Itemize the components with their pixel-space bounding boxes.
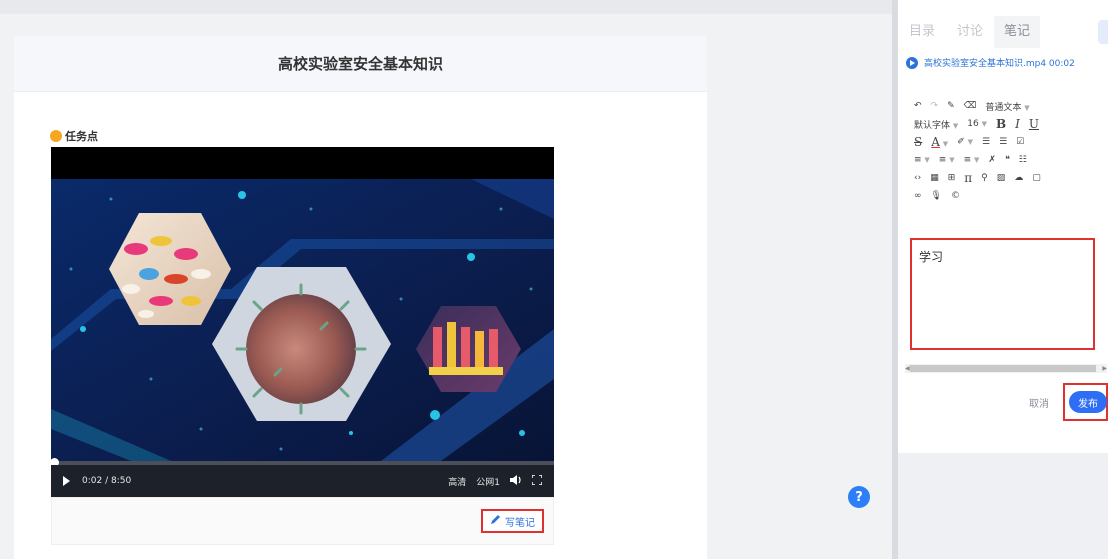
publish-highlight: 发布 (1063, 383, 1108, 421)
video-controls: 0:02 / 8:50 高清 公网1 (51, 465, 554, 497)
copyright-icon[interactable]: © (951, 191, 960, 201)
attachment-icon[interactable]: ▢ (1032, 173, 1041, 183)
play-icon[interactable] (63, 476, 70, 486)
tab-catalog[interactable]: 目录 (898, 16, 946, 48)
line-height-icon[interactable]: ≡ ▼ (939, 155, 955, 165)
undo-icon[interactable]: ↶ (914, 101, 922, 111)
cancel-button[interactable]: 取消 (1029, 395, 1049, 410)
chevron-down-icon: ▼ (981, 120, 987, 128)
tab-scroll-stub[interactable] (1098, 20, 1108, 44)
help-button[interactable]: ? (848, 486, 870, 508)
cloud-icon[interactable]: ☁ (1014, 173, 1023, 183)
code-icon[interactable]: ‹› (914, 173, 921, 183)
ordered-list-icon[interactable]: ☰ (982, 137, 990, 147)
video-player[interactable]: 0:02 / 8:50 高清 公网1 (51, 147, 554, 497)
quote-icon[interactable]: ❝ (1005, 155, 1010, 165)
quality-button[interactable]: 高清 (448, 475, 466, 488)
unlink-icon[interactable]: ∞ (914, 191, 922, 201)
line-button[interactable]: 公网1 (476, 475, 500, 488)
scroll-right-icon[interactable]: ▶ (1102, 364, 1107, 373)
editor-horizontal-scrollbar[interactable]: ◀ ▶ (905, 364, 1107, 373)
chevron-down-icon: ▼ (1024, 103, 1030, 112)
redo-icon[interactable]: ↷ (931, 101, 939, 111)
unordered-list-icon[interactable]: ☰ (999, 137, 1007, 147)
video-play-icon (906, 56, 918, 69)
note-editor[interactable]: 学习 (910, 238, 1095, 350)
video-note-bar: 写笔记 (51, 497, 554, 545)
font-family-select[interactable]: 默认字体 ▼ (914, 118, 958, 131)
editor-toolbar: ↶ ↷ ✎ ⌫ 普通文本 ▼ 默认字体 ▼ 16 ▼ B I U S A ▼ ✐… (914, 97, 1094, 205)
fullscreen-icon[interactable] (531, 473, 543, 488)
chevron-down-icon: ▼ (967, 138, 973, 146)
page-title-text: 高校实验室安全基本知识 (277, 55, 443, 73)
paragraph-style-value: 普通文本 (985, 102, 1022, 113)
write-note-label: 写笔记 (505, 517, 535, 529)
write-note-button[interactable]: 写笔记 (481, 509, 544, 533)
microphone-icon[interactable]: 🎙 (931, 191, 942, 201)
align-icon[interactable]: ≡ ▼ (914, 155, 930, 165)
top-strip (0, 0, 893, 14)
font-color-button[interactable]: A ▼ (931, 135, 948, 149)
underline-button[interactable]: U (1029, 117, 1039, 131)
chevron-down-icon: ▼ (949, 156, 955, 164)
paragraph-style-select[interactable]: 普通文本 ▼ (985, 100, 1029, 113)
image-icon[interactable]: ▨ (997, 173, 1006, 183)
highlighter-icon: ✐ (957, 137, 965, 147)
pencil-icon (490, 514, 501, 528)
task-point-icon (50, 130, 62, 142)
tab-discussion[interactable]: 讨论 (946, 16, 994, 48)
chevron-down-icon: ▼ (942, 140, 949, 148)
indent-icon[interactable]: ≡ ▼ (964, 155, 980, 165)
main-panel: 高校实验室安全基本知识 任务点 0:02 / 8:50 高清 公网1 写笔记 (14, 36, 707, 559)
table-icon[interactable]: ▦ (930, 173, 939, 183)
strikethrough-button[interactable]: S (914, 135, 922, 149)
page-title: 高校实验室安全基本知识 (14, 36, 707, 92)
format-painter-icon[interactable]: ✎ (947, 101, 955, 111)
layout-icon[interactable]: ⊞ (948, 173, 956, 183)
sidebar-tabs: 目录 讨论 笔记 (898, 16, 1108, 48)
font-size-value: 16 (967, 119, 979, 129)
italic-button[interactable]: I (1015, 117, 1020, 131)
font-size-select[interactable]: 16 ▼ (967, 119, 987, 129)
link-icon[interactable]: ⚲ (981, 173, 988, 183)
bold-button[interactable]: B (996, 117, 1006, 131)
video-frame[interactable] (51, 179, 554, 461)
sidebar-below-area (898, 453, 1108, 559)
clear-format-icon[interactable]: ✗ (988, 155, 996, 165)
tab-notes[interactable]: 笔记 (994, 16, 1040, 48)
font-color-glyph: A (931, 135, 940, 149)
note-source-link[interactable]: 高校实验室安全基本知识.mp4 00:02 (906, 56, 1075, 69)
chevron-down-icon: ▼ (952, 121, 959, 130)
scroll-left-icon[interactable]: ◀ (905, 364, 910, 373)
note-source-text: 高校实验室安全基本知识.mp4 00:02 (924, 59, 1075, 69)
eraser-icon[interactable]: ⌫ (964, 101, 977, 111)
scrollbar-thumb[interactable] (910, 365, 1096, 372)
notes-sidebar: 目录 讨论 笔记 高校实验室安全基本知识.mp4 00:02 ↶ ↷ ✎ ⌫ 普… (898, 0, 1108, 453)
task-point-label: 任务点 (50, 128, 98, 144)
task-list-icon[interactable]: ☑ (1016, 137, 1024, 147)
highlight-color-button[interactable]: ✐ ▼ (957, 137, 973, 147)
divider-line-icon[interactable]: ☷ (1019, 155, 1027, 165)
volume-icon[interactable] (510, 474, 522, 488)
help-icon: ? (855, 489, 863, 505)
video-time: 0:02 / 8:50 (82, 476, 132, 486)
task-point-text: 任务点 (65, 130, 98, 143)
note-editor-text: 学习 (919, 250, 944, 264)
font-family-value: 默认字体 (914, 120, 951, 131)
chevron-down-icon: ▼ (974, 156, 980, 164)
chevron-down-icon: ▼ (924, 156, 930, 164)
publish-button[interactable]: 发布 (1069, 391, 1107, 413)
formula-icon[interactable]: π (964, 171, 972, 185)
